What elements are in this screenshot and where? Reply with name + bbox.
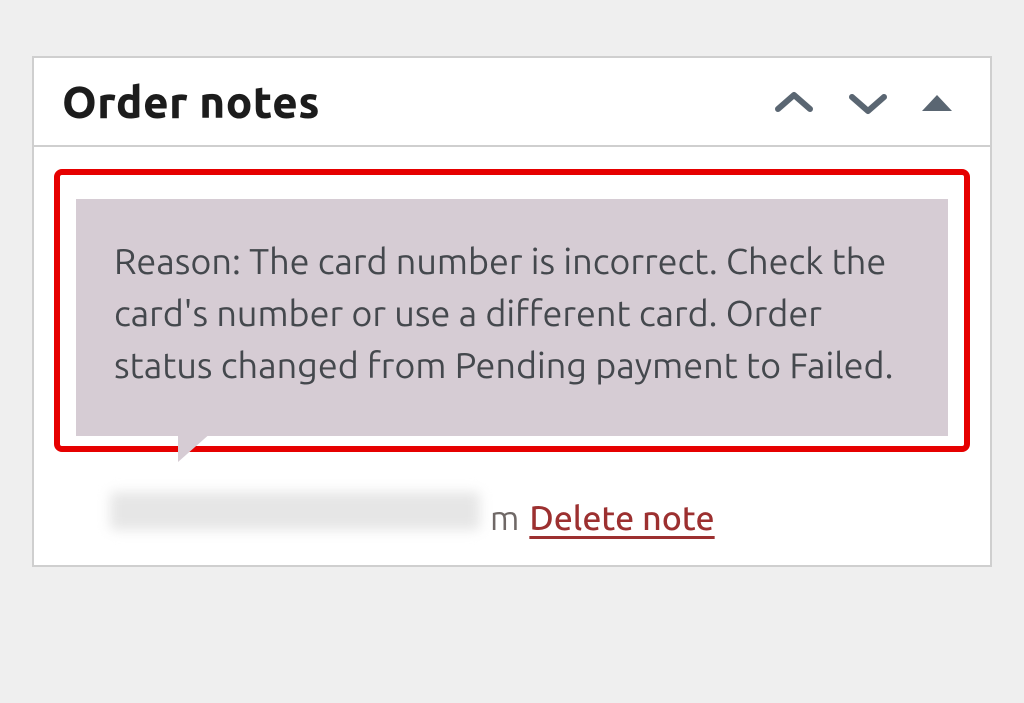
note-meta-redacted: [110, 492, 480, 530]
highlight-annotation: Reason: The card number is incorrect. Ch…: [54, 169, 970, 452]
note-meta: m Delete note: [110, 492, 970, 537]
collapse-toggle-icon[interactable]: [920, 92, 954, 114]
delete-note-link[interactable]: Delete note: [529, 499, 714, 537]
note-meta-fragment: m: [490, 499, 519, 537]
panel-controls: [772, 89, 962, 117]
panel-header: Order notes: [34, 58, 990, 147]
move-up-icon[interactable]: [772, 89, 816, 117]
note-bubble: Reason: The card number is incorrect. Ch…: [76, 199, 948, 436]
order-notes-panel: Order notes Reason: The card num: [32, 56, 992, 567]
panel-title: Order notes: [62, 78, 772, 127]
panel-body: Reason: The card number is incorrect. Ch…: [34, 147, 990, 565]
move-down-icon[interactable]: [846, 89, 890, 117]
note-content: Reason: The card number is incorrect. Ch…: [114, 240, 893, 385]
